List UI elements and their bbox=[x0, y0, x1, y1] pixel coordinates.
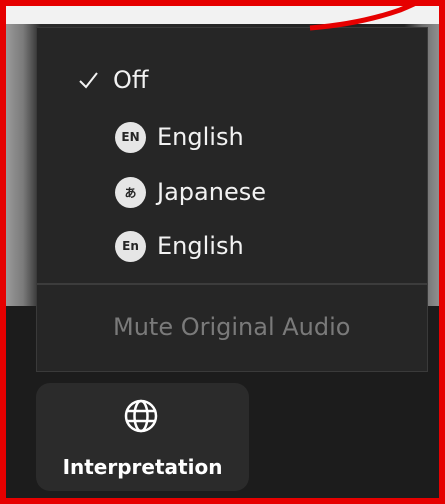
interpretation-label: Interpretation bbox=[62, 455, 223, 479]
annotation-curve bbox=[309, 0, 428, 31]
menu-item-label: English bbox=[157, 232, 244, 260]
globe-icon bbox=[124, 399, 158, 433]
language-badge-icon: En bbox=[115, 230, 146, 262]
menu-divider bbox=[37, 283, 427, 285]
language-badge-icon: EN bbox=[115, 121, 146, 153]
menu-item-label: Off bbox=[113, 66, 149, 94]
annotation-frame: Off EN English あ Japanese En English Mut… bbox=[0, 0, 445, 504]
mute-original-audio[interactable]: Mute Original Audio bbox=[113, 313, 350, 341]
interpretation-button[interactable]: Interpretation bbox=[36, 383, 249, 491]
menu-item-english-2[interactable]: En English bbox=[37, 221, 427, 271]
check-icon bbox=[79, 72, 98, 89]
language-badge-icon: あ bbox=[115, 176, 146, 208]
interpretation-menu: Off EN English あ Japanese En English Mut… bbox=[36, 27, 428, 372]
menu-item-off[interactable]: Off bbox=[37, 55, 427, 105]
menu-item-label: English bbox=[157, 123, 244, 151]
menu-item-label: Japanese bbox=[157, 178, 266, 206]
menu-item-english[interactable]: EN English bbox=[37, 112, 427, 162]
menu-item-japanese[interactable]: あ Japanese bbox=[37, 167, 427, 217]
